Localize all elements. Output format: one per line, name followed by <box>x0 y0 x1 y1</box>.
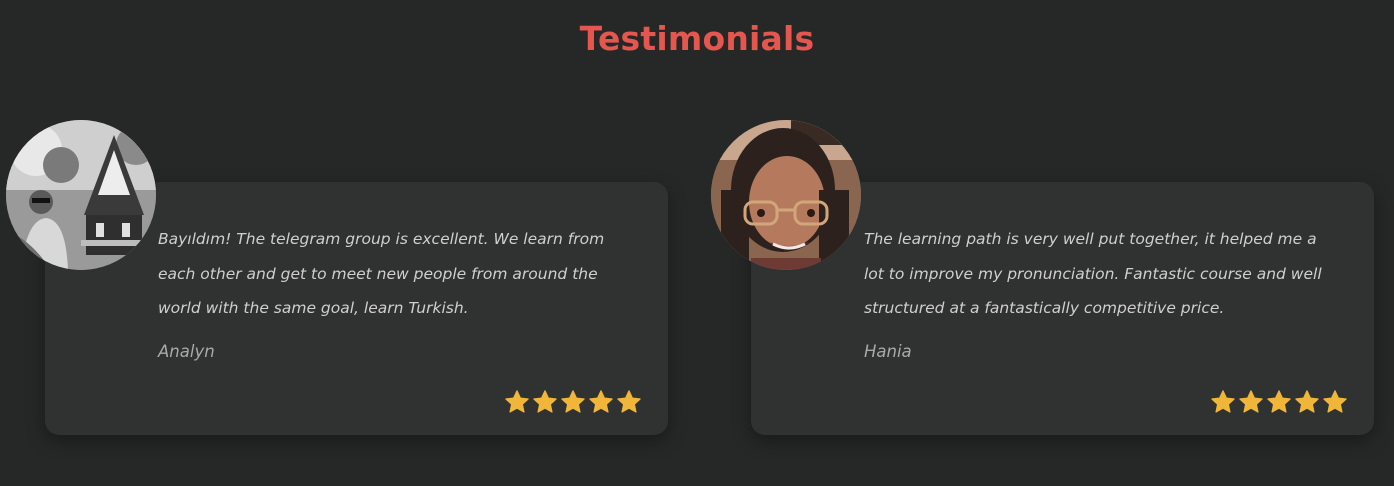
star-icon <box>589 390 613 413</box>
star-icon <box>1295 390 1319 413</box>
star-icon <box>1211 390 1235 413</box>
star-icon <box>561 390 585 413</box>
testimonial-author: Hania <box>864 342 912 361</box>
star-icon <box>533 390 557 413</box>
testimonial-quote: The learning path is very well put toget… <box>864 230 1322 317</box>
testimonial-quote: Bayıldım! The telegram group is excellen… <box>158 230 605 317</box>
star-rating <box>504 389 642 415</box>
testimonial-author: Analyn <box>158 342 215 361</box>
star-icon <box>1267 390 1291 413</box>
star-icon <box>1239 390 1263 413</box>
star-rating <box>1210 389 1348 415</box>
star-icon <box>617 390 641 413</box>
star-icon <box>1323 390 1347 413</box>
avatar <box>6 120 156 270</box>
user-photo-grayscale-icon <box>6 120 156 270</box>
user-photo-color-icon <box>711 120 861 270</box>
section-title: Testimonials <box>579 19 815 58</box>
testimonials-section: Testimonials Bayıldım! The telegram grou… <box>0 0 1394 486</box>
avatar <box>711 120 861 270</box>
star-icon <box>505 390 529 413</box>
